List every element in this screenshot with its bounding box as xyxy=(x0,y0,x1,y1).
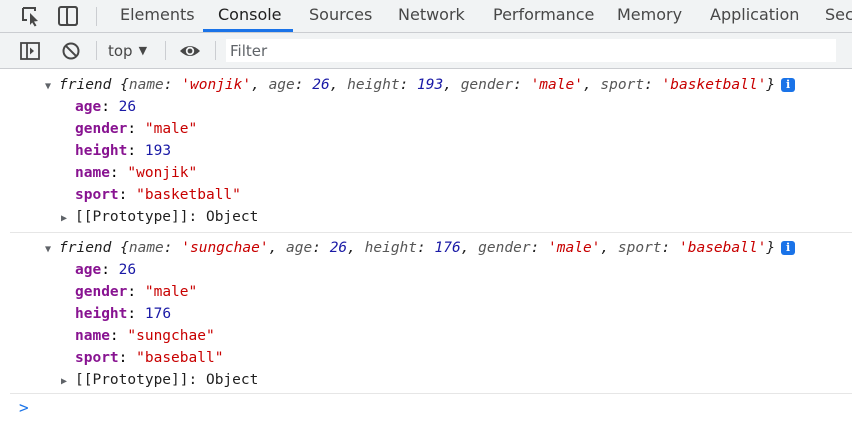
object-summary[interactable]: ▼ friend {name: 'wonjik', age: 26, height… xyxy=(45,74,796,98)
property-value: "wonjik" xyxy=(127,165,198,181)
preview-value: 'male' xyxy=(530,77,583,93)
preview-key: age xyxy=(286,240,313,256)
property-key: name xyxy=(75,328,110,344)
show-sidebar-icon[interactable] xyxy=(19,40,41,62)
active-tab-indicator xyxy=(203,29,293,32)
property-key: name xyxy=(75,165,110,181)
preview-value: 193 xyxy=(417,77,444,93)
preview-key: sport xyxy=(600,77,645,93)
property-value: 176 xyxy=(144,306,172,322)
property-key: sport xyxy=(75,350,119,366)
preview-value: 'sungchae' xyxy=(181,240,269,256)
property-value: "male" xyxy=(144,284,198,300)
info-icon[interactable]: i xyxy=(781,78,796,92)
property-key: age xyxy=(75,99,102,115)
inspect-element-icon[interactable] xyxy=(20,0,44,32)
message-divider xyxy=(10,232,852,233)
prototype-row[interactable]: ▶ [[Prototype]]: Object xyxy=(61,369,258,391)
toolbar-divider xyxy=(165,41,166,60)
tab-sources[interactable]: Sources xyxy=(309,0,372,32)
devtools-tab-bar: Elements Console Sources Network Perform… xyxy=(0,0,852,33)
property-row: height: 176 xyxy=(75,306,172,322)
property-key: gender xyxy=(75,284,128,300)
toolbar-divider xyxy=(96,7,97,26)
prototype-label: [[Prototype]] xyxy=(75,209,189,225)
dropdown-arrow-icon: ▼ xyxy=(138,44,148,57)
property-row: name: "sungchae" xyxy=(75,328,215,344)
console-toolbar: top ▼ xyxy=(0,33,852,69)
preview-value: 26 xyxy=(329,240,348,256)
property-key: gender xyxy=(75,121,128,137)
prototype-value: Object xyxy=(205,209,259,225)
property-row: height: 193 xyxy=(75,143,172,159)
property-key: height xyxy=(75,143,128,159)
clear-console-icon[interactable] xyxy=(60,40,82,62)
property-row: gender: "male" xyxy=(75,284,198,300)
toolbar-divider xyxy=(96,41,97,60)
property-value: "basketball" xyxy=(136,187,241,203)
preview-key: height xyxy=(364,240,418,256)
preview-key: age xyxy=(268,77,295,93)
preview-key: gender xyxy=(460,77,514,93)
collapsed-triangle-icon[interactable]: ▶ xyxy=(61,371,75,393)
property-value: 193 xyxy=(144,143,172,159)
preview-key: gender xyxy=(478,240,531,256)
prototype-value: Object xyxy=(205,372,259,388)
preview-value: 'male' xyxy=(548,240,601,256)
preview-key: name xyxy=(128,77,164,93)
preview-key: name xyxy=(128,240,164,256)
expanded-triangle-icon[interactable]: ▼ xyxy=(45,76,59,98)
property-row: sport: "baseball" xyxy=(75,350,224,366)
property-key: sport xyxy=(75,187,119,203)
info-icon[interactable]: i xyxy=(781,241,796,255)
preview-value: 'wonjik' xyxy=(181,77,252,93)
property-value: 26 xyxy=(118,99,137,115)
property-value: 26 xyxy=(118,262,137,278)
filter-input[interactable] xyxy=(226,39,836,62)
property-value: "male" xyxy=(144,121,198,137)
expanded-triangle-icon[interactable]: ▼ xyxy=(45,239,59,261)
device-toolbar-icon[interactable] xyxy=(56,0,80,32)
object-name: friend xyxy=(59,77,112,93)
console-prompt-chevron-right-icon[interactable]: > xyxy=(19,398,29,417)
property-row: age: 26 xyxy=(75,262,137,278)
tab-network[interactable]: Network xyxy=(398,0,465,32)
property-value: "baseball" xyxy=(136,350,224,366)
property-row: age: 26 xyxy=(75,99,137,115)
live-expression-icon[interactable] xyxy=(178,40,202,62)
prototype-row[interactable]: ▶ [[Prototype]]: Object xyxy=(61,206,258,228)
tab-performance[interactable]: Performance xyxy=(493,0,594,32)
property-row: sport: "basketball" xyxy=(75,187,241,203)
tab-security[interactable]: Sec xyxy=(825,0,852,32)
execution-context-select[interactable]: top ▼ xyxy=(108,41,147,61)
preview-key: height xyxy=(347,77,400,93)
tab-console[interactable]: Console xyxy=(218,0,282,32)
property-row: name: "wonjik" xyxy=(75,165,198,181)
toolbar-divider xyxy=(215,41,216,60)
object-summary[interactable]: ▼ friend {name: 'sungchae', age: 26, heig… xyxy=(45,237,796,261)
preview-key: sport xyxy=(617,240,662,256)
message-divider xyxy=(10,393,852,394)
preview-value: 'basketball' xyxy=(661,77,767,93)
object-name: friend xyxy=(59,240,112,256)
preview-value: 26 xyxy=(312,77,330,93)
tab-memory[interactable]: Memory xyxy=(617,0,682,32)
preview-value: 176 xyxy=(434,240,461,256)
property-key: height xyxy=(75,306,128,322)
collapsed-triangle-icon[interactable]: ▶ xyxy=(61,208,75,230)
preview-value: 'baseball' xyxy=(679,240,767,256)
property-value: "sungchae" xyxy=(127,328,215,344)
console-output: ▼ friend {name: 'wonjik', age: 26, height… xyxy=(0,69,852,428)
property-row: gender: "male" xyxy=(75,121,198,137)
tab-application[interactable]: Application xyxy=(710,0,799,32)
tab-elements[interactable]: Elements xyxy=(120,0,195,32)
execution-context-label: top xyxy=(108,42,133,60)
property-key: age xyxy=(75,262,102,278)
prototype-label: [[Prototype]] xyxy=(75,372,189,388)
